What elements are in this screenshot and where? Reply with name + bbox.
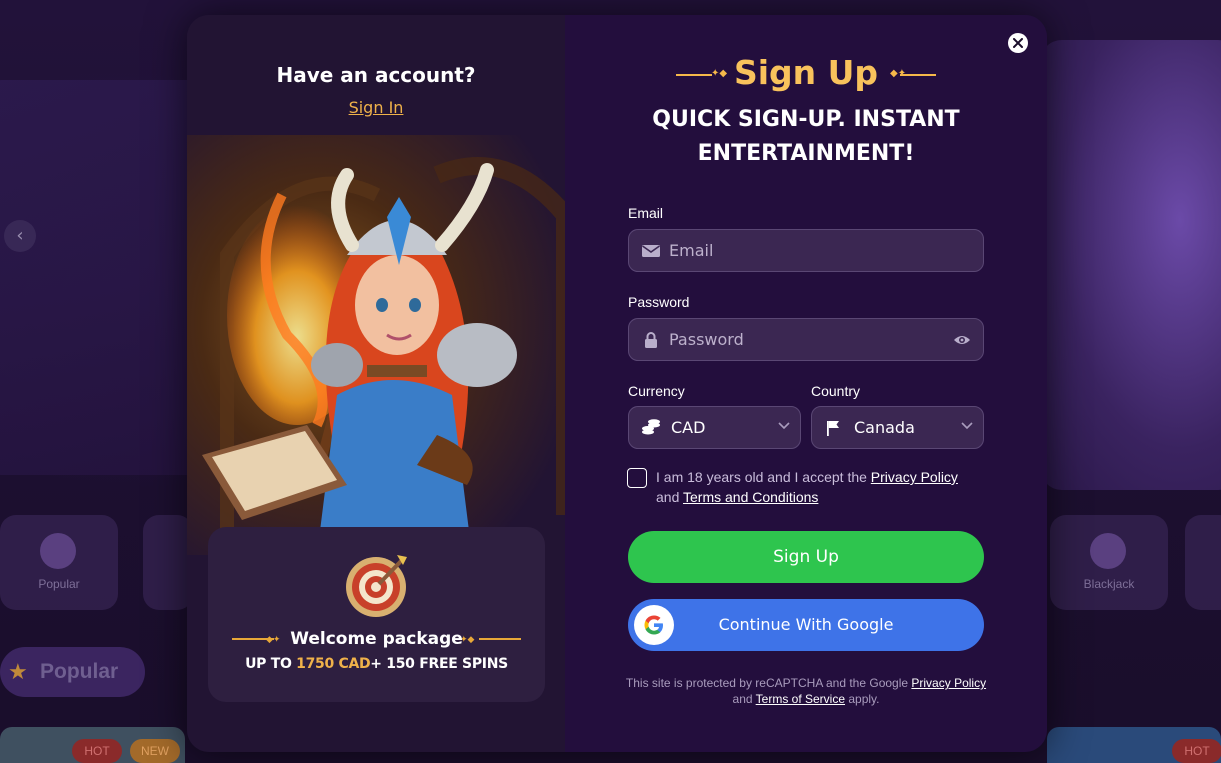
google-privacy-link[interactable]: Privacy Policy — [911, 676, 986, 690]
email-label: Email — [628, 205, 664, 221]
lock-icon — [645, 332, 657, 348]
currency-value: CAD — [671, 418, 706, 437]
section-popular: ★ Popular — [0, 647, 145, 697]
chevron-down-icon — [778, 422, 790, 430]
currency-label: Currency — [628, 383, 685, 399]
country-label: Country — [811, 383, 861, 399]
have-account-heading: Have an account? — [276, 63, 476, 87]
envelope-icon — [642, 245, 660, 257]
form-title: Sign Up — [733, 53, 879, 92]
promo-amount: 1750 CAD — [296, 656, 371, 672]
continue-with-google-button[interactable]: Continue With Google — [628, 599, 984, 651]
category-label: Blackjack — [1083, 577, 1135, 591]
age-terms-text: I am 18 years old and I accept the Priva… — [656, 467, 976, 507]
agree-text: and — [656, 489, 683, 505]
category-popular: Popular — [0, 515, 118, 610]
promo-title: Welcome package — [290, 629, 463, 649]
sign-up-button[interactable]: Sign Up — [628, 531, 984, 583]
coins-icon — [642, 419, 660, 435]
age-terms-checkbox[interactable] — [627, 468, 647, 488]
category-label: Popular — [38, 577, 80, 591]
eye-icon[interactable] — [953, 333, 971, 347]
background-banner — [0, 80, 210, 475]
category-tile — [143, 515, 193, 610]
star-icon: ★ — [8, 660, 28, 685]
hot-badge: HOT — [1172, 739, 1221, 763]
category-blackjack: Blackjack — [1050, 515, 1168, 610]
form-title-row: ✦◆ Sign Up ◆✦ — [565, 53, 1047, 93]
form-tagline: QUICK SIGN-UP. INSTANT ENTERTAINMENT! — [652, 107, 960, 166]
section-title: Popular — [40, 660, 119, 683]
cards-icon — [1090, 533, 1126, 569]
new-badge: NEW — [130, 739, 180, 763]
privacy-policy-link[interactable]: Privacy Policy — [871, 469, 958, 485]
google-terms-link[interactable]: Terms of Service — [756, 692, 845, 706]
close-button[interactable] — [1008, 33, 1028, 53]
recaptcha-text: and — [732, 692, 756, 706]
promo-prefix: UP TO — [245, 656, 297, 672]
country-value: Canada — [854, 418, 915, 437]
flag-icon — [827, 421, 839, 436]
agree-text: I am 18 years old and I accept the — [656, 469, 871, 485]
recaptcha-text: This site is protected by reCAPTCHA and … — [625, 676, 912, 690]
country-select[interactable]: Canada — [811, 406, 984, 449]
promo-suffix: + 150 FREE SPINS — [370, 656, 508, 672]
close-icon — [1013, 38, 1023, 48]
background-banner-art — [1040, 40, 1221, 490]
sign-in-link[interactable]: Sign In — [187, 98, 565, 117]
welcome-package-card: ◆✦ ✦◆ Welcome package UP TO 1750 CAD+ 15… — [208, 527, 545, 702]
email-field-wrapper — [628, 229, 984, 272]
promo-subtitle: UP TO 1750 CAD+ 150 FREE SPINS — [208, 656, 545, 672]
star-icon — [40, 533, 76, 569]
recaptcha-text: apply. — [845, 692, 880, 706]
currency-select[interactable]: CAD — [628, 406, 801, 449]
chevron-down-icon — [961, 422, 973, 430]
carousel-prev-icon: ‹ — [4, 220, 36, 252]
password-input[interactable] — [669, 319, 929, 360]
promo-panel: Have an account? Sign In ◆✦ ✦◆ Welcome p… — [187, 15, 565, 752]
password-field-wrapper — [628, 318, 984, 361]
password-label: Password — [628, 294, 690, 310]
signup-modal: Have an account? Sign In ◆✦ ✦◆ Welcome p… — [187, 15, 1047, 752]
email-input[interactable] — [669, 230, 929, 271]
terms-conditions-link[interactable]: Terms and Conditions — [683, 489, 818, 505]
category-tile — [1185, 515, 1221, 610]
viking-girl-illustration — [187, 135, 565, 555]
recaptcha-notice: This site is protected by reCAPTCHA and … — [625, 675, 987, 707]
target-icon — [346, 555, 407, 617]
signup-form-panel: ✦◆ Sign Up ◆✦ QUICK SIGN-UP. INSTANT ENT… — [565, 15, 1047, 752]
hot-badge: HOT — [72, 739, 122, 763]
decor-line — [900, 74, 936, 76]
google-button-label: Continue With Google — [718, 615, 894, 634]
